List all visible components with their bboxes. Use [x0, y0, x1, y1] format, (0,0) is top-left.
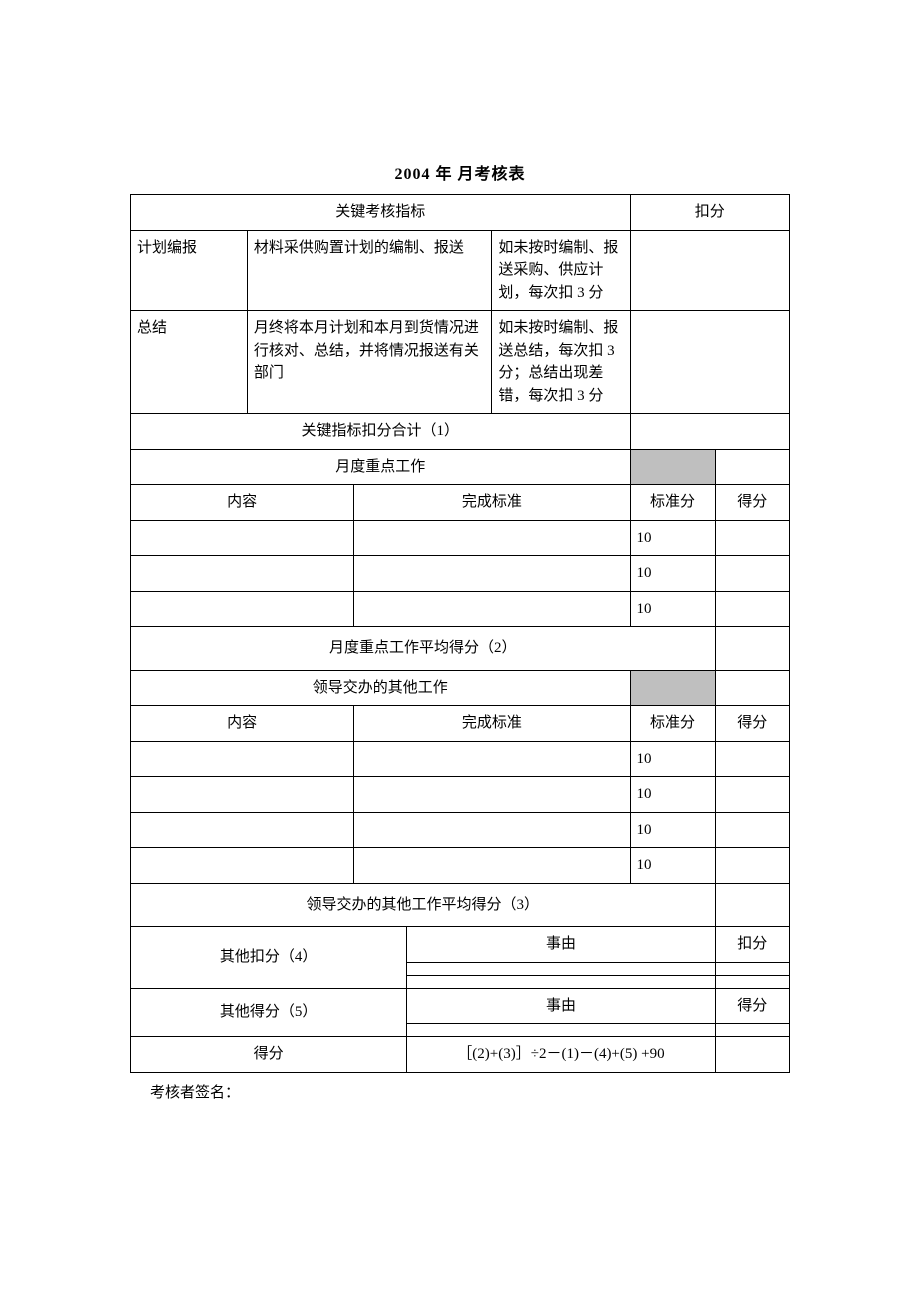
content-cell [131, 741, 354, 777]
score-cell [715, 962, 789, 975]
empty-cell [715, 449, 789, 485]
score-cell [715, 777, 789, 813]
table-row: 总结 月终将本月计划和本月到货情况进行核对、总结，并将情况报送有关部门 如未按时… [131, 311, 790, 414]
final-formula: ［(2)+(3)］÷2－(1)－(4)+(5) +90 [407, 1037, 715, 1073]
monthly-avg-label: 月度重点工作平均得分（2） [131, 627, 716, 671]
standard-cell [354, 777, 630, 813]
table-row: 关键指标扣分合计（1） [131, 414, 790, 450]
col-score: 得分 [715, 706, 789, 742]
reason-cell [407, 975, 715, 988]
kpi-name: 计划编报 [131, 230, 248, 311]
table-row: 10 [131, 848, 790, 884]
content-cell [131, 812, 354, 848]
kpi-desc: 材料采供购置计划的编制、报送 [247, 230, 491, 311]
std-score-cell: 10 [630, 520, 715, 556]
table-row: 其他扣分（4） 事由 扣分 [131, 927, 790, 963]
score-cell [715, 812, 789, 848]
col-std-score: 标准分 [630, 485, 715, 521]
content-cell [131, 777, 354, 813]
std-score-cell: 10 [630, 741, 715, 777]
content-cell [131, 848, 354, 884]
col-std-score: 标准分 [630, 706, 715, 742]
kpi-score-cell [630, 311, 789, 414]
table-row: 10 [131, 812, 790, 848]
col-score: 得分 [715, 485, 789, 521]
deduct-header: 扣分 [630, 195, 789, 231]
kpi-desc: 月终将本月计划和本月到货情况进行核对、总结，并将情况报送有关部门 [247, 311, 491, 414]
standard-cell [354, 812, 630, 848]
col-content: 内容 [131, 706, 354, 742]
extra-deduct-score-label: 扣分 [715, 927, 789, 963]
score-cell [715, 1024, 789, 1037]
table-row: 得分 ［(2)+(3)］÷2－(1)－(4)+(5) +90 [131, 1037, 790, 1073]
extra-add-label: 其他得分（5） [131, 988, 407, 1037]
table-row: 领导交办的其他工作 [131, 670, 790, 706]
table-row: 月度重点工作 [131, 449, 790, 485]
table-row: 10 [131, 777, 790, 813]
reason-cell [407, 962, 715, 975]
page-title: 2004 年 月考核表 [130, 160, 790, 184]
kpi-score-cell [630, 230, 789, 311]
table-row: 计划编报 材料采供购置计划的编制、报送 如未按时编制、报送采购、供应计划，每次扣… [131, 230, 790, 311]
other-section-header: 领导交办的其他工作 [131, 670, 631, 706]
extra-deduct-label: 其他扣分（4） [131, 927, 407, 989]
table-row: 其他得分（5） 事由 得分 [131, 988, 790, 1024]
table-row: 内容 完成标准 标准分 得分 [131, 485, 790, 521]
std-score-cell: 10 [630, 848, 715, 884]
table-row: 10 [131, 741, 790, 777]
empty-cell [715, 670, 789, 706]
kpi-rule: 如未按时编制、报送采购、供应计划，每次扣 3 分 [492, 230, 630, 311]
other-avg-label: 领导交办的其他工作平均得分（3） [131, 883, 716, 927]
table-row: 10 [131, 556, 790, 592]
table-row: 关键考核指标 扣分 [131, 195, 790, 231]
shaded-cell [630, 670, 715, 706]
score-cell [715, 741, 789, 777]
final-score-cell [715, 1037, 789, 1073]
other-avg-cell [715, 883, 789, 927]
col-standard: 完成标准 [354, 485, 630, 521]
table-row: 10 [131, 520, 790, 556]
std-score-cell: 10 [630, 556, 715, 592]
content-cell [131, 591, 354, 627]
std-score-cell: 10 [630, 812, 715, 848]
std-score-cell: 10 [630, 777, 715, 813]
shaded-cell [630, 449, 715, 485]
extra-add-score-label: 得分 [715, 988, 789, 1024]
std-score-cell: 10 [630, 591, 715, 627]
content-cell [131, 556, 354, 592]
standard-cell [354, 556, 630, 592]
kpi-total-cell [630, 414, 789, 450]
kpi-name: 总结 [131, 311, 248, 414]
table-row: 领导交办的其他工作平均得分（3） [131, 883, 790, 927]
score-cell [715, 848, 789, 884]
content-cell [131, 520, 354, 556]
reason-cell [407, 1024, 715, 1037]
kpi-total-label: 关键指标扣分合计（1） [131, 414, 631, 450]
table-row: 内容 完成标准 标准分 得分 [131, 706, 790, 742]
final-label: 得分 [131, 1037, 407, 1073]
score-cell [715, 591, 789, 627]
score-cell [715, 556, 789, 592]
col-standard: 完成标准 [354, 706, 630, 742]
score-cell [715, 520, 789, 556]
table-row: 月度重点工作平均得分（2） [131, 627, 790, 671]
standard-cell [354, 848, 630, 884]
extra-add-reason-label: 事由 [407, 988, 715, 1024]
kpi-rule: 如未按时编制、报送总结，每次扣 3 分；总结出现差错，每次扣 3 分 [492, 311, 630, 414]
score-cell [715, 975, 789, 988]
extra-deduct-reason-label: 事由 [407, 927, 715, 963]
kpi-header: 关键考核指标 [131, 195, 631, 231]
monthly-section-header: 月度重点工作 [131, 449, 631, 485]
evaluation-table: 关键考核指标 扣分 计划编报 材料采供购置计划的编制、报送 如未按时编制、报送采… [130, 194, 790, 1073]
signature-label: 考核者签名： [130, 1081, 790, 1102]
standard-cell [354, 520, 630, 556]
table-row: 10 [131, 591, 790, 627]
standard-cell [354, 591, 630, 627]
standard-cell [354, 741, 630, 777]
monthly-avg-cell [715, 627, 789, 671]
col-content: 内容 [131, 485, 354, 521]
